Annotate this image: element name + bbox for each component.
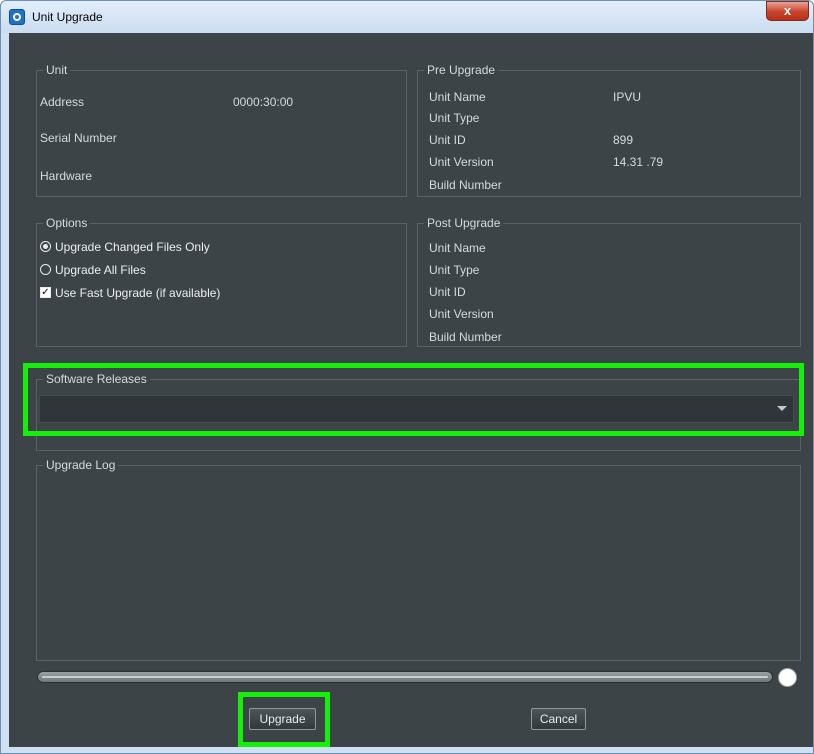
hardware-label: Hardware [40,169,93,183]
upgrade-changed-only-label[interactable]: Upgrade Changed Files Only [55,240,210,254]
window-title: Unit Upgrade [32,10,103,24]
pre-unit-version-label: Unit Version [429,155,494,169]
pre-unit-type-label: Unit Type [429,111,480,125]
cancel-button[interactable]: Cancel [531,708,586,730]
post-unit-id-label: Unit ID [429,285,466,299]
software-releases-highlight [23,363,804,436]
upgrade-log-text-area[interactable] [38,475,799,659]
close-button[interactable]: x [766,1,809,21]
title-bar[interactable]: Unit Upgrade x [1,1,813,33]
pre-unit-id-label: Unit ID [429,133,466,147]
post-build-number-label: Build Number [429,330,502,344]
upgrade-button[interactable]: Upgrade [249,708,316,730]
upgrade-log-legend: Upgrade Log [43,458,119,472]
pre-unit-version-value: 14.31 .79 [613,155,664,169]
post-unit-type-label: Unit Type [429,263,480,277]
unit-legend: Unit [43,63,71,77]
upgrade-progress-bar [37,671,773,683]
pre-unit-name-label: Unit Name [429,90,486,104]
pre-unit-id-value: 899 [613,133,634,147]
fast-upgrade-label[interactable]: Use Fast Upgrade (if available) [55,286,220,300]
checkmark-icon: ✓ [41,287,50,298]
serial-number-label: Serial Number [40,131,117,145]
upgrade-all-files-label[interactable]: Upgrade All Files [55,263,146,277]
dialog-body: Unit Address 0000:30:00 Serial Number Ha… [9,33,813,747]
post-upgrade-legend: Post Upgrade [424,216,504,230]
post-unit-version-label: Unit Version [429,307,494,321]
address-label: Address [40,95,85,109]
upgrade-changed-only-radio[interactable] [40,241,51,252]
close-icon: x [783,3,792,18]
fast-upgrade-checkbox[interactable]: ✓ [40,287,51,298]
pre-build-number-label: Build Number [429,178,502,192]
options-legend: Options [43,216,91,230]
app-eye-icon [9,9,25,25]
pre-upgrade-legend: Pre Upgrade [424,63,499,77]
address-value: 0000:30:00 [233,95,294,109]
unit-upgrade-window: Unit Upgrade x Unit Address 0000:30:00 S… [0,0,814,754]
post-unit-name-label: Unit Name [429,241,486,255]
pre-unit-name-value: IPVU [613,90,642,104]
progress-indicator [778,668,797,687]
upgrade-all-files-radio[interactable] [40,264,51,275]
